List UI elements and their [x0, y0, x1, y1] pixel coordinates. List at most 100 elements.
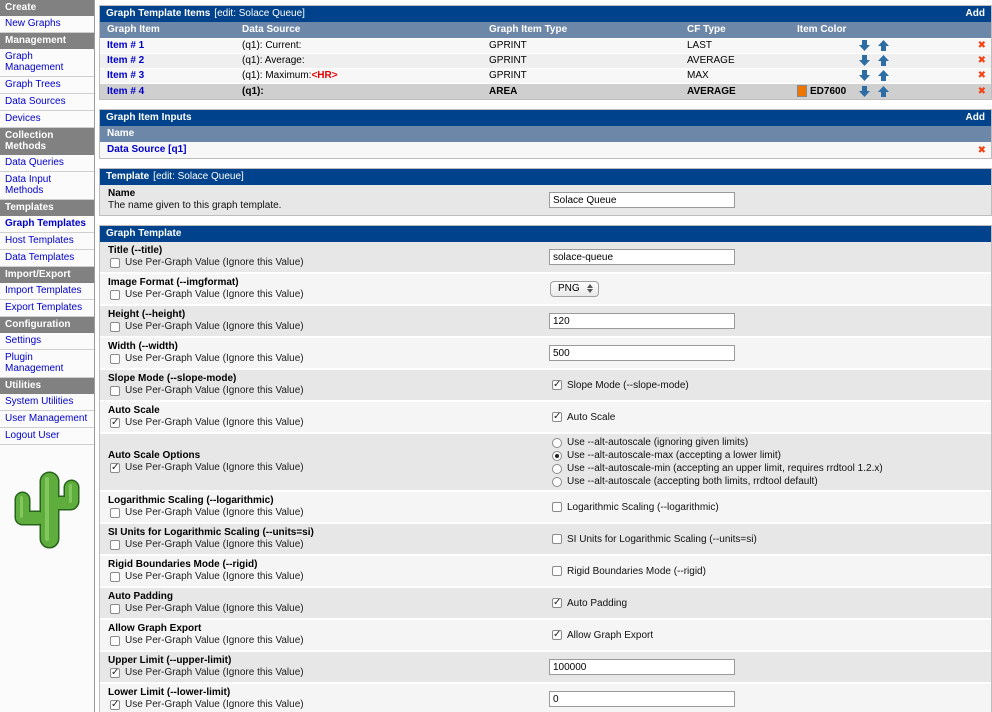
graph-item-link[interactable]: Item # 1 — [100, 39, 240, 53]
per-graph-checkbox[interactable] — [110, 508, 120, 518]
auto-scale-options-option-0: Use --alt-autoscale (ignoring given limi… — [549, 436, 987, 449]
template-name-input[interactable] — [549, 192, 735, 208]
per-graph-label: Use Per-Graph Value (Ignore this Value) — [125, 635, 304, 646]
field-label: Height (--height) — [108, 309, 541, 320]
sidebar-item-system-utilities[interactable]: System Utilities — [0, 394, 94, 411]
graph-item-inputs-column-header: Name — [100, 126, 991, 142]
sidebar-item-data-input-methods[interactable]: Data Input Methods — [0, 172, 94, 200]
graph-template-items-titlebar: Graph Template Items [edit: Solace Queue… — [100, 6, 991, 22]
graph-item-type: GPRINT — [487, 69, 685, 83]
form-row-upper-limit: Upper Limit (--upper-limit)Use Per-Graph… — [100, 652, 991, 684]
delete-icon[interactable]: ✖ — [967, 69, 991, 83]
auto-scale-options-radio-2[interactable] — [552, 464, 562, 474]
per-graph-checkbox[interactable] — [110, 322, 120, 332]
add-graph-item-link[interactable]: Add — [966, 8, 985, 19]
sidebar-item-host-templates[interactable]: Host Templates — [0, 233, 94, 250]
per-graph-checkbox[interactable] — [110, 668, 120, 678]
graph-item-input-link[interactable]: Data Source [q1] — [100, 142, 188, 158]
move-down-icon[interactable] — [859, 40, 870, 51]
move-up-icon[interactable] — [878, 40, 889, 51]
sidebar-sections: CreateNew GraphsManagementGraph Manageme… — [0, 0, 94, 445]
select-arrows-icon — [587, 284, 593, 293]
move-down-icon[interactable] — [859, 55, 870, 66]
move-up-icon[interactable] — [878, 55, 889, 66]
field-left-upper-limit: Upper Limit (--upper-limit)Use Per-Graph… — [100, 652, 549, 682]
sidebar-item-export-templates[interactable]: Export Templates — [0, 300, 94, 317]
slope-mode-checkbox[interactable] — [552, 380, 562, 390]
sidebar-item-graph-templates[interactable]: Graph Templates — [0, 216, 94, 233]
image-format-select[interactable]: PNG — [550, 281, 599, 297]
move-down-icon[interactable] — [859, 70, 870, 81]
sidebar-item-graph-trees[interactable]: Graph Trees — [0, 77, 94, 94]
spacer — [903, 90, 967, 93]
form-row-auto-padding: Auto PaddingUse Per-Graph Value (Ignore … — [100, 588, 991, 620]
per-graph-checkbox[interactable] — [110, 463, 120, 473]
field-control-rigid-boundaries-mode: Rigid Boundaries Mode (--rigid) — [549, 563, 991, 580]
panel-title: Graph Item Inputs — [106, 112, 192, 123]
sidebar-item-new-graphs[interactable]: New Graphs — [0, 16, 94, 33]
sidebar-item-data-sources[interactable]: Data Sources — [0, 94, 94, 111]
sidebar-item-user-management[interactable]: User Management — [0, 411, 94, 428]
auto-scale-options-radio-0[interactable] — [552, 438, 562, 448]
per-graph-checkbox[interactable] — [110, 700, 120, 710]
per-graph-checkbox[interactable] — [110, 258, 120, 268]
field-label: Logarithmic Scaling (--logarithmic) — [108, 495, 541, 506]
allow-graph-export-checkbox[interactable] — [552, 630, 562, 640]
sidebar-item-logout-user[interactable]: Logout User — [0, 428, 94, 445]
upper-limit-input[interactable] — [549, 659, 735, 675]
title-input[interactable] — [549, 249, 735, 265]
per-graph-checkbox[interactable] — [110, 572, 120, 582]
sidebar-section-create: Create — [0, 0, 94, 16]
rigid-boundaries-mode-checkbox[interactable] — [552, 566, 562, 576]
logarithmic-scaling-checkbox[interactable] — [552, 502, 562, 512]
auto-scale-options-option-2: Use --alt-autoscale-min (accepting an up… — [549, 462, 987, 475]
select-up-icon — [587, 284, 593, 288]
per-graph-line: Use Per-Graph Value (Ignore this Value) — [108, 699, 541, 710]
field-left-auto-padding: Auto PaddingUse Per-Graph Value (Ignore … — [100, 588, 549, 618]
auto-scale-checkbox[interactable] — [552, 412, 562, 422]
per-graph-line: Use Per-Graph Value (Ignore this Value) — [108, 417, 541, 428]
auto-scale-options-radio-1[interactable] — [552, 451, 562, 461]
width-input[interactable] — [549, 345, 735, 361]
per-graph-checkbox[interactable] — [110, 636, 120, 646]
si-units-for-logarithmic-scaling-checkbox[interactable] — [552, 534, 562, 544]
graph-item-link[interactable]: Item # 4 — [100, 85, 240, 99]
sidebar-item-plugin-management[interactable]: Plugin Management — [0, 350, 94, 378]
per-graph-checkbox[interactable] — [110, 354, 120, 364]
panel-title-suffix: [edit: Solace Queue] — [153, 171, 244, 182]
sidebar-item-import-templates[interactable]: Import Templates — [0, 283, 94, 300]
sidebar-item-data-queries[interactable]: Data Queries — [0, 155, 94, 172]
per-graph-checkbox[interactable] — [110, 604, 120, 614]
logo-wrap — [0, 445, 94, 554]
per-graph-checkbox[interactable] — [110, 290, 120, 300]
move-down-icon[interactable] — [859, 86, 870, 97]
per-graph-checkbox[interactable] — [110, 386, 120, 396]
graph-items-column-header: Graph Item Data Source Graph Item Type C… — [100, 22, 991, 38]
delete-icon[interactable]: ✖ — [967, 39, 991, 53]
option-label: Rigid Boundaries Mode (--rigid) — [567, 566, 706, 577]
auto-padding-checkbox[interactable] — [552, 598, 562, 608]
lower-limit-input[interactable] — [549, 691, 735, 707]
sidebar-item-data-templates[interactable]: Data Templates — [0, 250, 94, 267]
height-input[interactable] — [549, 313, 735, 329]
auto-scale-options-radio-3[interactable] — [552, 477, 562, 487]
sidebar-item-settings[interactable]: Settings — [0, 333, 94, 350]
per-graph-checkbox[interactable] — [110, 418, 120, 428]
per-graph-line: Use Per-Graph Value (Ignore this Value) — [108, 289, 541, 300]
delete-icon[interactable]: ✖ — [967, 54, 991, 68]
add-graph-item-input-link[interactable]: Add — [966, 112, 985, 123]
graph-item-link[interactable]: Item # 3 — [100, 69, 240, 83]
option-label: Allow Graph Export — [567, 630, 653, 641]
delete-icon[interactable]: ✖ — [978, 145, 991, 156]
sidebar-item-graph-management[interactable]: Graph Management — [0, 49, 94, 77]
item-color-label: ED7600 — [810, 86, 846, 97]
sidebar-item-devices[interactable]: Devices — [0, 111, 94, 128]
per-graph-line: Use Per-Graph Value (Ignore this Value) — [108, 353, 541, 364]
graph-item-link[interactable]: Item # 2 — [100, 54, 240, 68]
per-graph-checkbox[interactable] — [110, 540, 120, 550]
move-up-icon[interactable] — [878, 70, 889, 81]
move-up-icon[interactable] — [878, 86, 889, 97]
delete-icon[interactable]: ✖ — [967, 85, 991, 99]
auto-padding-option: Auto Padding — [549, 597, 987, 610]
field-left-logarithmic-scaling: Logarithmic Scaling (--logarithmic)Use P… — [100, 492, 549, 522]
